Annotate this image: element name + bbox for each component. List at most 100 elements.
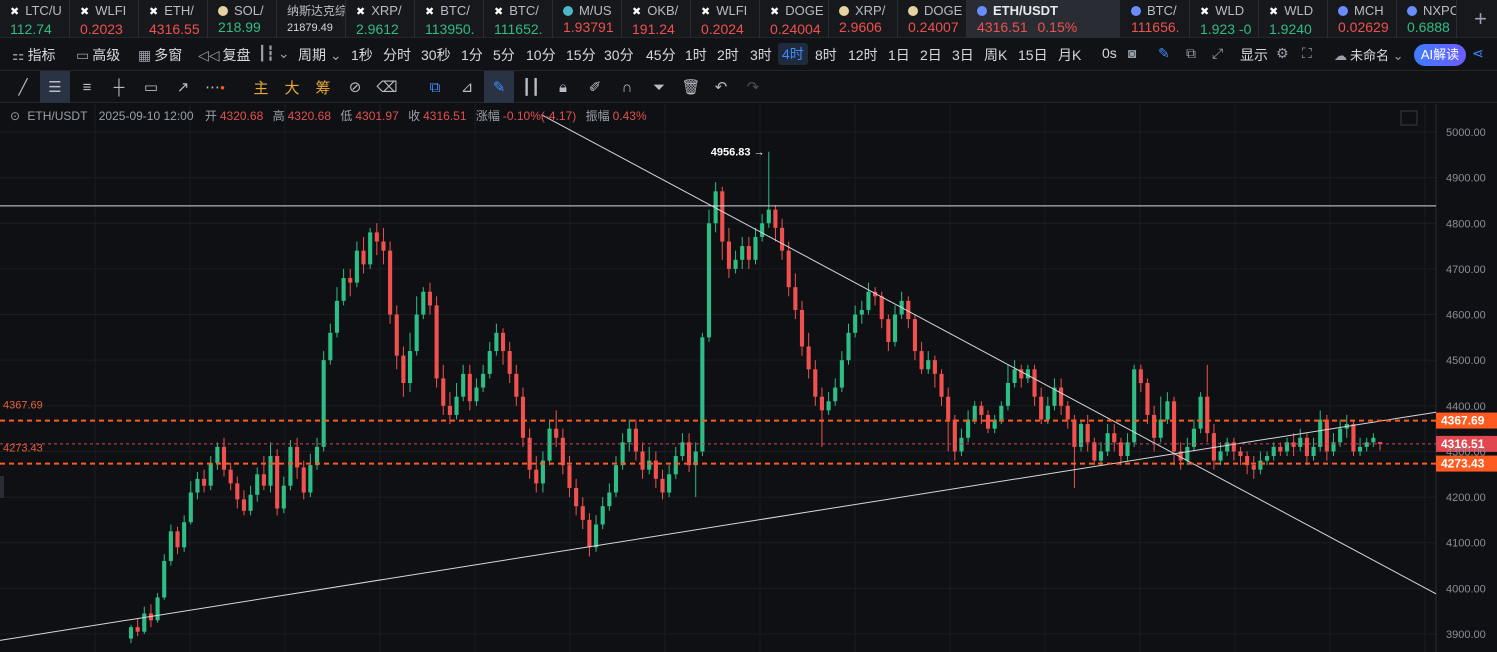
camera-icon[interactable]: ◙ xyxy=(1128,45,1136,61)
period-option[interactable]: 1秒 xyxy=(351,45,373,65)
ticker-tab[interactable]: ✖ BTC/111652. xyxy=(484,0,553,38)
arrow-tool-icon[interactable]: ↗ xyxy=(168,71,198,103)
main-chart-toggle[interactable]: 主 xyxy=(246,71,276,103)
period-option[interactable]: 15日 xyxy=(1018,45,1048,65)
ticker-tab[interactable]: ✖ DOGE 0.24004 xyxy=(760,0,829,38)
ticker-tab[interactable]: ✖ ETH/4316.55 xyxy=(139,0,208,38)
candlestick-chart-svg[interactable]: 4367.694367.694273.434273.434316.515000.… xyxy=(0,104,1497,652)
fullscreen-icon[interactable]: ⛶ xyxy=(1302,45,1312,62)
indicator-button[interactable]: ⚏ 指标 xyxy=(12,45,56,65)
bars-icon[interactable]: ┃┃ xyxy=(516,71,546,103)
ticker-tab[interactable]: MCH 0.02629 xyxy=(1328,0,1397,38)
ticker-tab[interactable]: ✖ WLFI 0.2023 xyxy=(70,0,139,38)
ticker-tab[interactable]: ✖ WLD 1.923 -0 xyxy=(1190,0,1259,38)
ticker-tab[interactable]: ETH/USDT 4316.51 0.15% xyxy=(967,0,1120,38)
redo-icon[interactable]: ↷ xyxy=(738,71,768,103)
undo-icon[interactable]: ↶ xyxy=(706,71,736,103)
lock-icon[interactable]: 🔒︎ xyxy=(548,71,578,103)
eraser-icon[interactable]: ⌫ xyxy=(372,71,402,103)
ticker-tab[interactable]: XRP/2.9606 xyxy=(829,0,898,38)
drawing-pen-icon[interactable]: ✎ xyxy=(484,71,514,103)
candle-body xyxy=(241,499,247,511)
ticker-tab[interactable]: BTC/111656. xyxy=(1121,0,1190,38)
ticker-tab[interactable]: 纳斯达克综 21879.49 xyxy=(277,0,346,38)
period-option[interactable]: 30分 xyxy=(604,45,634,65)
exchange-x-icon: ✖ xyxy=(1200,6,1210,18)
chevron-down-icon: ⌄ xyxy=(1389,48,1404,63)
candle-body xyxy=(334,300,340,333)
period-option[interactable]: 1分 xyxy=(461,45,483,65)
trash-icon[interactable]: 🗑︎ xyxy=(676,71,706,103)
copy-icon[interactable]: ⧉ xyxy=(420,71,450,103)
period-option[interactable]: 周K xyxy=(984,45,1007,65)
ai-analysis-button[interactable]: AI解读 xyxy=(1414,44,1466,66)
period-option[interactable]: 30秒 xyxy=(421,45,451,65)
period-option[interactable]: 1时 xyxy=(685,45,707,65)
ticker-tab[interactable]: ✖ WLD 1.9240 xyxy=(1259,0,1328,38)
period-option[interactable]: 15分 xyxy=(566,45,596,65)
popout-icon[interactable]: ⧉ xyxy=(1186,45,1196,62)
period-option[interactable]: 月K xyxy=(1058,45,1081,65)
candle-body xyxy=(447,405,452,415)
candle-body xyxy=(547,428,552,461)
ticker-tab[interactable]: ✖ OKB/191.24 xyxy=(622,0,691,38)
period-option[interactable]: 1日 xyxy=(888,45,910,65)
candle-body xyxy=(706,223,712,338)
price-level-tag-text: 4273.43 xyxy=(1441,457,1485,471)
horizontal-line-tool-icon[interactable]: ┼ xyxy=(104,71,134,103)
more-tools-icon[interactable]: ⋯ ● xyxy=(200,71,230,103)
ruler-icon[interactable]: ⊿ xyxy=(452,71,482,103)
period-option[interactable]: 8时 xyxy=(815,45,837,65)
add-tab-button[interactable]: + xyxy=(1474,6,1487,32)
ticker-price: 0.6888 xyxy=(1407,19,1450,35)
big-order-toggle[interactable]: 大 xyxy=(277,71,307,103)
magnet-draw-icon[interactable]: ∩ xyxy=(612,71,642,103)
chips-toggle[interactable]: 筹 xyxy=(308,71,338,103)
period-option[interactable]: 5分 xyxy=(493,45,515,65)
advanced-button[interactable]: ▭ 高级 xyxy=(76,45,120,65)
note-icon[interactable]: ✐ xyxy=(580,71,610,103)
period-option[interactable]: 4时 xyxy=(778,43,808,65)
candle-body xyxy=(1324,419,1329,452)
period-option[interactable]: 3日 xyxy=(952,45,974,65)
period-option[interactable]: 分时 xyxy=(383,45,411,65)
ticker-price: 1.93791 xyxy=(563,19,614,35)
ticker-symbol: SOL/ xyxy=(234,3,264,18)
pencil-icon[interactable]: ✎ xyxy=(1158,45,1170,62)
expand-icon[interactable]: ⤢ xyxy=(1212,45,1223,62)
multi-window-button[interactable]: ▦ 多窗 xyxy=(138,45,182,65)
period-option[interactable]: 10分 xyxy=(526,45,556,65)
period-option[interactable]: 2日 xyxy=(920,45,942,65)
ticker-tab[interactable]: ✖ WLFI 0.2024 xyxy=(691,0,760,38)
rectangle-tool-icon[interactable]: ▭ xyxy=(136,71,166,103)
ticker-tab[interactable]: ✖ XRP/2.9612 xyxy=(346,0,415,38)
ticker-price: 0.02629 xyxy=(1338,19,1389,35)
layout-name-dropdown[interactable]: ☁ 未命名 ⌄ xyxy=(1334,45,1407,64)
coin-icon xyxy=(977,6,987,16)
candle-body xyxy=(640,451,645,470)
ticker-tab[interactable]: SOL/218.99 xyxy=(208,0,277,38)
period-option[interactable]: 3时 xyxy=(750,45,772,65)
replay-button[interactable]: ◁◁ 复盘 xyxy=(198,45,251,65)
period-dropdown[interactable]: 周期 ⌄ xyxy=(298,45,345,65)
horizontal-ray-tool-icon[interactable]: ☰ xyxy=(40,71,70,103)
share-icon[interactable]: ⋖ xyxy=(1472,45,1484,62)
ticker-tab[interactable]: NXPC 0.6888 xyxy=(1397,0,1457,38)
filter-icon[interactable]: ⏷ xyxy=(644,71,674,103)
ticker-tab[interactable]: ✖ BTC/113950. xyxy=(415,0,484,38)
collapse-icon[interactable]: ⊙ xyxy=(10,109,20,123)
period-option[interactable]: 2时 xyxy=(717,45,739,65)
period-option[interactable]: 45分 xyxy=(646,45,676,65)
period-option[interactable]: 12时 xyxy=(848,45,878,65)
parallel-lines-tool-icon[interactable]: ≡ xyxy=(72,71,102,103)
price-chart[interactable]: 4367.69 4367.69 4273.43 4273.43 4316.51 5000.… xyxy=(0,104,1497,652)
ticker-tab[interactable]: ✖ LTC/U 112.74 xyxy=(0,0,70,38)
exchange-x-icon: ✖ xyxy=(10,6,20,18)
settings-icon[interactable]: ⚙ xyxy=(1276,45,1289,62)
chart-type-button[interactable]: ┃┇ ⌄ xyxy=(258,45,293,62)
ticker-tab[interactable]: DOGE 0.24007 xyxy=(898,0,967,38)
line-tool-icon[interactable]: ╱ xyxy=(8,71,38,103)
ticker-tab[interactable]: M/US 1.93791 xyxy=(553,0,622,38)
display-button[interactable]: 显示 xyxy=(1240,45,1268,65)
magnet-icon[interactable]: ⊘ xyxy=(340,71,370,103)
